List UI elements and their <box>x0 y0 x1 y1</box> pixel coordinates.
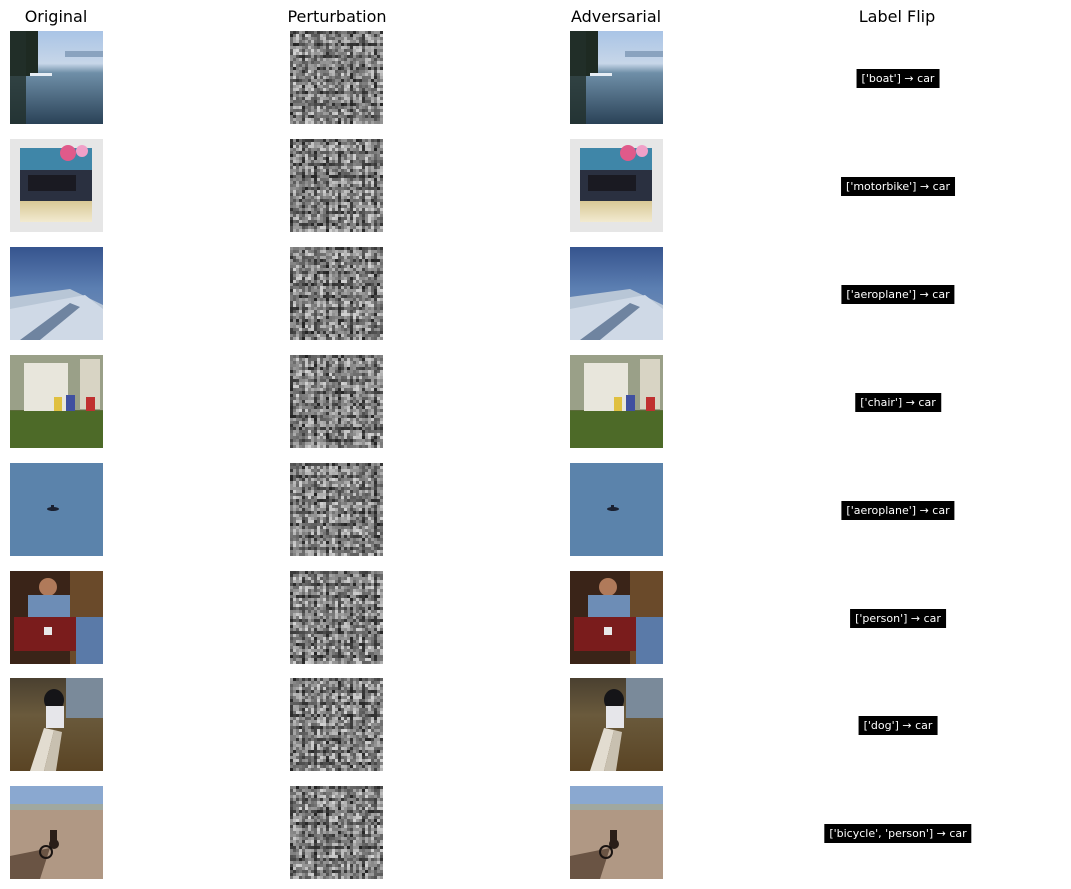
original-image <box>10 786 103 879</box>
original-image <box>10 355 103 448</box>
original-image <box>10 678 103 771</box>
perturbation-image <box>290 31 383 124</box>
adversarial-image <box>570 786 663 879</box>
column-title-perturbation: Perturbation <box>287 7 387 26</box>
column-title-adversarial: Adversarial <box>570 7 662 26</box>
column-title-original: Original <box>24 7 88 26</box>
perturbation-image <box>290 571 383 664</box>
adversarial-image <box>570 31 663 124</box>
perturbation-image <box>290 463 383 556</box>
label-flip-badge: ['motorbike'] → car <box>841 177 955 196</box>
original-image <box>10 31 103 124</box>
label-flip-badge: ['dog'] → car <box>858 716 938 735</box>
perturbation-image <box>290 139 383 232</box>
adversarial-image <box>570 247 663 340</box>
perturbation-image <box>290 678 383 771</box>
original-image <box>10 247 103 340</box>
adversarial-image <box>570 463 663 556</box>
perturbation-image <box>290 786 383 879</box>
label-flip-badge: ['chair'] → car <box>855 393 941 412</box>
perturbation-image <box>290 355 383 448</box>
adversarial-image <box>570 139 663 232</box>
label-flip-badge: ['bicycle', 'person'] → car <box>824 824 972 843</box>
label-flip-badge: ['aeroplane'] → car <box>841 285 955 304</box>
adversarial-image <box>570 678 663 771</box>
label-flip-badge: ['aeroplane'] → car <box>841 501 955 520</box>
label-flip-badge: ['person'] → car <box>850 609 946 628</box>
original-image <box>10 571 103 664</box>
label-flip-badge: ['boat'] → car <box>856 69 940 88</box>
adversarial-image <box>570 571 663 664</box>
perturbation-image <box>290 247 383 340</box>
original-image <box>10 139 103 232</box>
column-title-label-flip: Label Flip <box>858 7 936 26</box>
original-image <box>10 463 103 556</box>
adversarial-image <box>570 355 663 448</box>
